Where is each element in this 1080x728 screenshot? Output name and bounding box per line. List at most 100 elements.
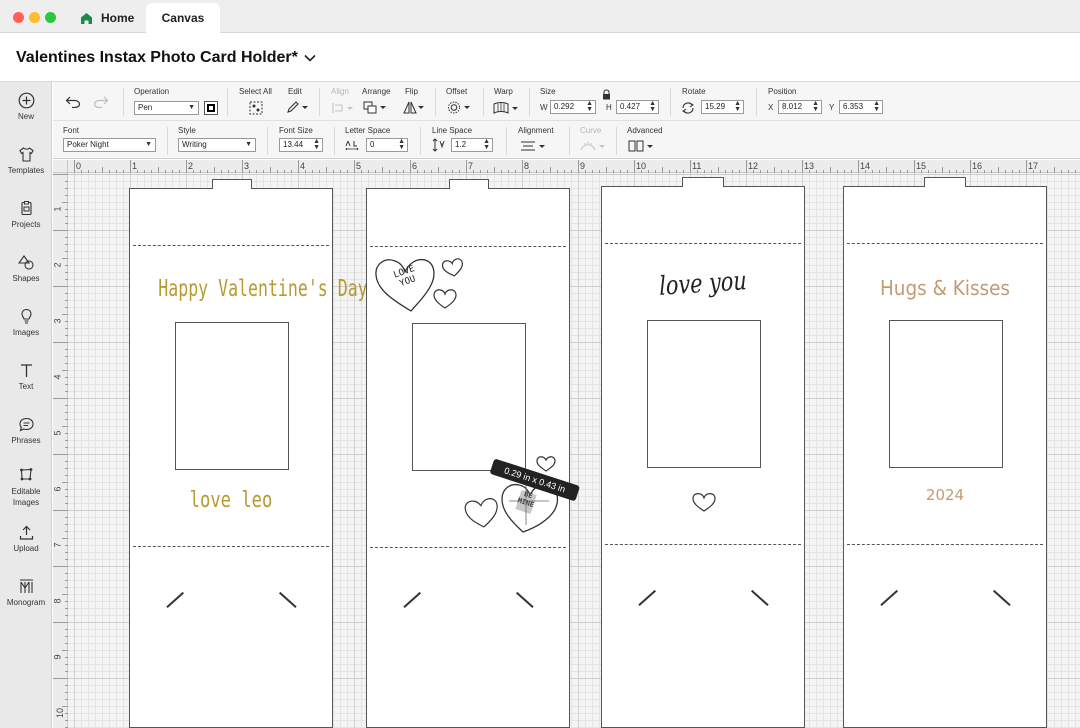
rotate-icon[interactable]: [681, 101, 695, 115]
sidebar-item-images[interactable]: Images: [0, 308, 52, 337]
ruler-label: 6: [52, 486, 63, 492]
arrange-icon[interactable]: [363, 101, 387, 114]
font-value: Poker Night: [67, 140, 109, 149]
sidebar-item-shapes[interactable]: Shapes: [0, 254, 52, 283]
ruler-tick: [65, 293, 68, 294]
sidebar-item-phrases[interactable]: Phrases: [0, 416, 52, 445]
style-select[interactable]: Writing ▼: [178, 138, 256, 152]
font-size-input[interactable]: 13.44 ▲ ▼: [279, 138, 323, 152]
sidebar-item-upload[interactable]: Upload: [0, 524, 52, 553]
select-all-icon[interactable]: [249, 101, 263, 115]
ruler-tick: [165, 170, 166, 173]
height-input[interactable]: 0.427 ▲ ▼: [616, 100, 659, 114]
tab-home[interactable]: Home: [80, 3, 144, 33]
text-icon: [20, 364, 32, 377]
year-text[interactable]: 2024: [844, 486, 1046, 504]
happy-valentines-day-text[interactable]: Happy Valentine's Day: [158, 276, 367, 302]
warp-label: Warp: [494, 87, 513, 96]
ruler-tick: [1061, 170, 1062, 173]
sidebar-item-label: Shapes: [12, 274, 40, 283]
fold-line: [847, 243, 1043, 244]
sidebar-item-editable-images[interactable]: Editable Images: [0, 466, 52, 508]
corner-slit: [638, 589, 656, 606]
operation-select[interactable]: Pen ▼: [134, 101, 199, 115]
corner-slit: [403, 591, 421, 608]
ruler-tick: [65, 433, 68, 434]
edit-pen-icon[interactable]: [286, 101, 308, 114]
letter-space-input[interactable]: 0 ▲ ▼: [366, 138, 408, 152]
ruler-tick: [564, 170, 565, 173]
font-select[interactable]: Poker Night ▼: [63, 138, 156, 152]
ruler-tick: [65, 195, 68, 196]
pen-color-swatch[interactable]: [204, 101, 218, 115]
ruler-tick: [65, 384, 68, 385]
ruler-tick: [65, 300, 68, 301]
tab-canvas[interactable]: Canvas: [146, 3, 220, 33]
sidebar-item-templates[interactable]: Templates: [0, 146, 52, 175]
width-input[interactable]: 0.292 ▲ ▼: [550, 100, 596, 114]
ruler-tick: [697, 170, 698, 173]
rotate-input[interactable]: 15.29 ▲ ▼: [701, 100, 744, 114]
card-holder-2[interactable]: LOVE YOU BE MINE: [366, 179, 570, 728]
ruler-label: 4: [52, 374, 63, 380]
small-heart-icon[interactable]: [464, 497, 500, 529]
flip-group: Flip: [405, 87, 418, 97]
ruler-label: 3: [52, 318, 63, 324]
line-space-value: 1.2: [455, 140, 467, 149]
card-holder-1[interactable]: Happy Valentine's Day love leo: [129, 179, 368, 728]
ruler-tick: [711, 170, 712, 173]
sidebar-item-projects[interactable]: Projects: [0, 200, 52, 229]
ruler-tick: [872, 170, 873, 173]
letter-space-label: Letter Space: [345, 126, 391, 135]
small-heart-icon[interactable]: [442, 258, 464, 278]
ruler-tick: [382, 167, 383, 173]
sidebar-item-text[interactable]: Text: [0, 362, 52, 391]
ruler-tick: [62, 482, 68, 483]
y-position-input[interactable]: 6.353 ▲ ▼: [839, 100, 883, 114]
flip-icon[interactable]: [403, 101, 425, 114]
hugs-and-kisses-text[interactable]: Hugs & Kisses: [852, 276, 1038, 300]
ruler-tick: [186, 160, 187, 173]
ruler-tick: [65, 412, 68, 413]
ruler-tick: [732, 170, 733, 173]
operation-group: Operation: [134, 87, 169, 97]
height-label: H: [606, 103, 612, 112]
ruler-tick: [65, 244, 68, 245]
zoom-window-button[interactable]: [45, 12, 56, 23]
close-window-button[interactable]: [13, 12, 24, 23]
love-you-script-text[interactable]: love you: [622, 264, 785, 305]
undo-icon[interactable]: [65, 96, 81, 108]
small-heart-icon[interactable]: [433, 288, 457, 310]
card-holder-4[interactable]: Hugs & Kisses 2024: [843, 177, 1047, 728]
ruler-tick: [487, 170, 488, 173]
warp-icon[interactable]: [493, 102, 519, 114]
offset-icon[interactable]: [447, 101, 471, 114]
ruler-tick: [65, 391, 68, 392]
lightbulb-icon: [20, 308, 32, 324]
sidebar-item-label: Editable Images: [11, 487, 41, 507]
ruler-tick: [389, 170, 390, 173]
minimize-window-button[interactable]: [29, 12, 40, 23]
ruler-tick: [53, 342, 68, 343]
ruler-tick: [65, 405, 68, 406]
home-icon: [81, 12, 92, 24]
x-position-input[interactable]: 8.012 ▲ ▼: [778, 100, 822, 114]
sidebar-item-monogram[interactable]: Monogram: [0, 578, 52, 607]
small-heart-icon[interactable]: [536, 455, 556, 473]
ruler-tick: [123, 170, 124, 173]
text-align-icon[interactable]: [520, 140, 546, 152]
ruler-tick: [893, 170, 894, 173]
lock-icon[interactable]: [602, 89, 611, 100]
advanced-icon[interactable]: [628, 140, 654, 152]
ruler-tick: [823, 170, 824, 173]
card-holder-3[interactable]: love you: [601, 177, 805, 728]
left-ruler: 1 2 3 4 5 6 7 8 9 10: [53, 173, 68, 728]
shapes-icon: [17, 255, 34, 270]
small-heart-icon[interactable]: [692, 492, 716, 513]
project-title-dropdown[interactable]: Valentines Instax Photo Card Holder*: [16, 49, 316, 67]
redo-icon[interactable]: [93, 96, 109, 108]
sidebar-item-new[interactable]: New: [0, 92, 52, 121]
ruler-tick: [585, 170, 586, 173]
love-leo-text[interactable]: love leo: [152, 488, 310, 513]
line-space-input[interactable]: 1.2 ▲ ▼: [451, 138, 493, 152]
